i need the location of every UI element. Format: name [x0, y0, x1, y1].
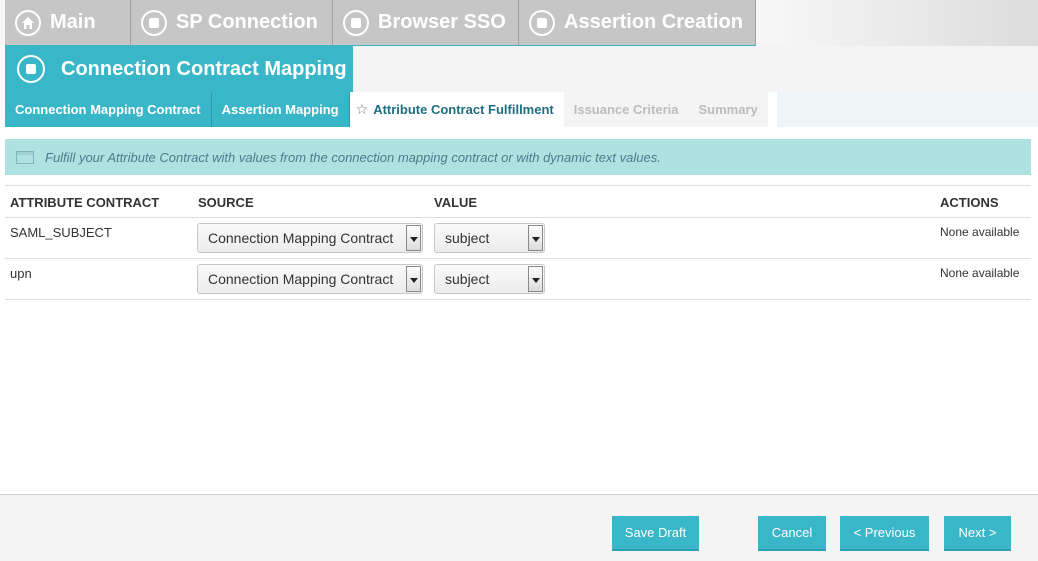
home-icon [15, 9, 41, 36]
cancel-button[interactable]: Cancel [758, 516, 826, 551]
page: Main SP Connection Browser SSO Assertion… [0, 0, 1038, 561]
wizard-steps-filler [777, 92, 1038, 127]
column-header-source: SOURCE [198, 195, 254, 210]
section-header-filler [353, 46, 1038, 92]
source-select[interactable]: Connection Mapping Contract [197, 264, 423, 294]
breadcrumb-main[interactable]: Main [5, 0, 131, 46]
tab-label: Assertion Mapping [221, 102, 339, 117]
tab-label: Connection Mapping Contract [15, 102, 201, 117]
actions-text: None available [940, 266, 1020, 280]
info-banner: Fulfill your Attribute Contract with val… [5, 139, 1031, 175]
next-button[interactable]: Next > [944, 516, 1011, 551]
source-select[interactable]: Connection Mapping Contract [197, 223, 423, 253]
breadcrumb-label: SP Connection [176, 11, 318, 33]
dropdown-arrow-icon[interactable] [528, 266, 543, 292]
breadcrumb-label: Assertion Creation [564, 11, 743, 33]
previous-button[interactable]: < Previous [840, 516, 929, 551]
info-banner-text: Fulfill your Attribute Contract with val… [45, 149, 661, 165]
section-header: Connection Contract Mapping [5, 46, 353, 92]
circle-square-icon [343, 9, 369, 36]
table-header: ATTRIBUTE CONTRACT SOURCE VALUE ACTIONS [5, 185, 1031, 218]
table-row: SAML_SUBJECT Connection Mapping Contract… [5, 218, 1031, 259]
value-select-value: subject [445, 271, 490, 287]
column-header-attribute-contract: ATTRIBUTE CONTRACT [10, 195, 160, 210]
tab-attribute-contract-fulfillment[interactable]: ☆ Attribute Contract Fulfillment [349, 92, 564, 127]
tab-summary: Summary [688, 92, 768, 127]
save-draft-button[interactable]: Save Draft [612, 516, 699, 551]
star-icon: ☆ [355, 101, 369, 117]
dropdown-arrow-icon[interactable] [528, 225, 543, 251]
attribute-name: upn [10, 266, 32, 281]
section-title: Connection Contract Mapping [61, 57, 347, 80]
attribute-name: SAML_SUBJECT [10, 225, 112, 240]
value-select-value: subject [445, 230, 490, 246]
source-select-value: Connection Mapping Contract [208, 271, 394, 287]
column-header-value: VALUE [434, 195, 478, 210]
circle-square-icon [17, 55, 45, 83]
tab-label: Issuance Criteria [573, 102, 679, 117]
breadcrumb-bar: Main SP Connection Browser SSO Assertion… [0, 0, 1038, 46]
source-select-value: Connection Mapping Contract [208, 230, 394, 246]
window-icon [16, 150, 34, 164]
breadcrumb-label: Browser SSO [378, 11, 506, 33]
breadcrumb-assertion-creation[interactable]: Assertion Creation [519, 0, 756, 46]
wizard-steps: Connection Mapping Contract Assertion Ma… [5, 92, 768, 127]
tab-issuance-criteria: Issuance Criteria [563, 92, 689, 127]
column-header-actions: ACTIONS [940, 195, 999, 210]
tab-assertion-mapping[interactable]: Assertion Mapping [211, 92, 350, 127]
breadcrumb-sp-connection[interactable]: SP Connection [131, 0, 333, 46]
tab-label: Attribute Contract Fulfillment [373, 102, 554, 117]
attribute-table: ATTRIBUTE CONTRACT SOURCE VALUE ACTIONS … [5, 185, 1031, 300]
circle-square-icon [529, 9, 555, 36]
circle-square-icon [141, 9, 167, 36]
breadcrumb-browser-sso[interactable]: Browser SSO [333, 0, 519, 46]
tab-connection-mapping-contract[interactable]: Connection Mapping Contract [5, 92, 212, 127]
breadcrumb-label: Main [50, 11, 96, 33]
table-row: upn Connection Mapping Contract subject … [5, 259, 1031, 300]
footer-bar: Save Draft Cancel < Previous Next > [0, 494, 1038, 561]
value-select[interactable]: subject [434, 223, 545, 253]
dropdown-arrow-icon[interactable] [406, 266, 421, 292]
dropdown-arrow-icon[interactable] [406, 225, 421, 251]
actions-text: None available [940, 225, 1020, 239]
value-select[interactable]: subject [434, 264, 545, 294]
tab-label: Summary [698, 102, 758, 117]
